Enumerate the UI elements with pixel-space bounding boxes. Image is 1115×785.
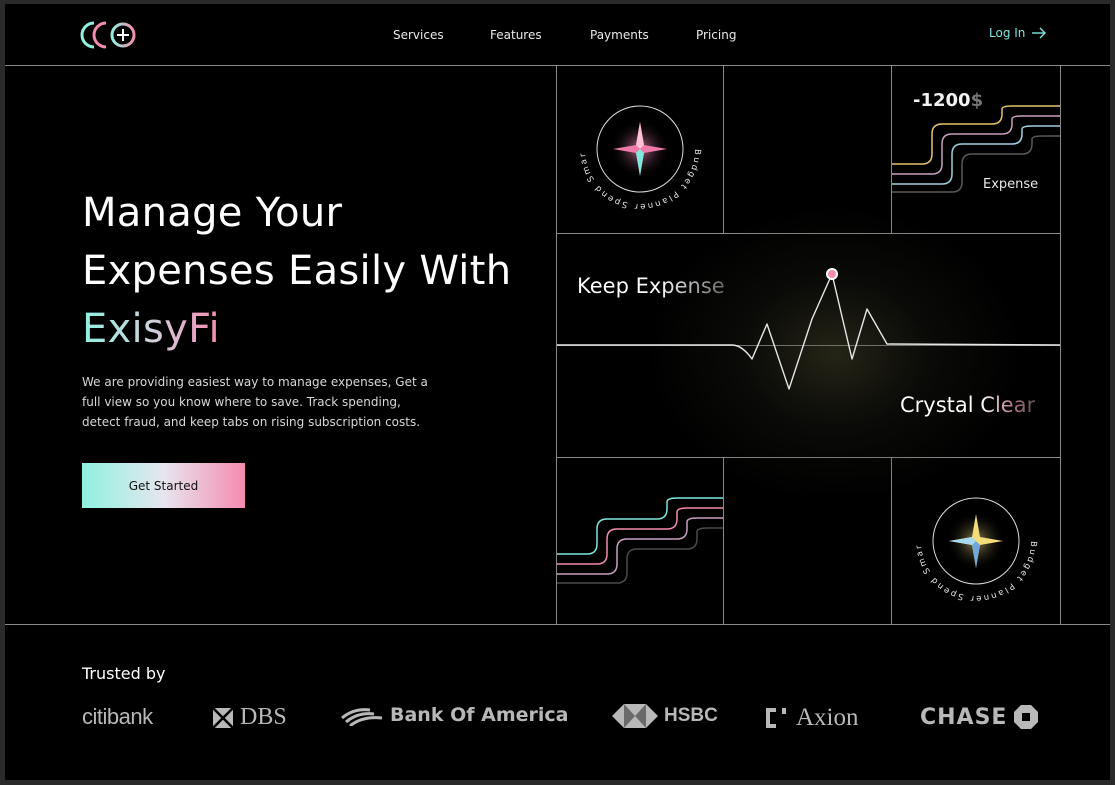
- dbs-logo: DBS: [212, 704, 287, 731]
- grid-line: [1060, 65, 1061, 624]
- hero-title-line1: Manage Your: [82, 190, 343, 236]
- grid-line: [556, 457, 1061, 458]
- hsbc-hexagon-icon: [612, 704, 658, 728]
- dbs-mark-icon: [212, 706, 234, 729]
- hero-description: We are providing easiest way to manage e…: [82, 375, 428, 429]
- boa-flag-icon: [341, 708, 383, 726]
- hsbc-logo: HSBC: [612, 704, 718, 728]
- header-divider: [5, 65, 1110, 66]
- citibank-logo: citibank: [82, 704, 153, 729]
- get-started-button[interactable]: Get Started: [82, 463, 245, 508]
- hero-title: Manage Your Expenses Easily With ExisyFi: [82, 184, 552, 358]
- login-link[interactable]: Log In: [989, 26, 1047, 40]
- bank-of-america-logo: Bank Of America: [340, 704, 568, 726]
- nav-features[interactable]: Features: [490, 28, 542, 42]
- axion-mark-icon: [766, 708, 786, 728]
- grid-line: [891, 457, 892, 624]
- main-nav: Services Features Payments Pricing: [5, 28, 1110, 48]
- hero-title-line2: Expenses Easily With: [82, 248, 512, 294]
- chase-logo: CHASE: [920, 704, 1039, 730]
- grid-line: [723, 457, 724, 624]
- chase-octagon-icon: [1014, 705, 1039, 729]
- crystal-clear-label: Crystal Clear: [900, 393, 1036, 417]
- flow-lines-graphic-bottom: [557, 497, 723, 584]
- landing-page: Services Features Payments Pricing Log I…: [5, 4, 1110, 780]
- arrow-right-icon: [1032, 27, 1047, 39]
- trusted-by-title: Trusted by: [82, 664, 166, 683]
- axion-logo: Axion: [764, 704, 859, 732]
- nav-services[interactable]: Services: [393, 28, 444, 42]
- expense-label: Expense: [983, 177, 1039, 192]
- budget-planner-badge-2: Budget Planner Spend Smart Save Mor: [911, 476, 1036, 603]
- grid-line: [723, 65, 724, 233]
- pulse-line-chart: [557, 268, 1060, 390]
- nav-payments[interactable]: Payments: [590, 28, 649, 42]
- brand-name: ExisyFi: [82, 306, 220, 352]
- pulse-marker: [826, 268, 838, 280]
- login-label: Log In: [989, 26, 1026, 40]
- grid-line: [556, 233, 1061, 234]
- nav-pricing[interactable]: Pricing: [696, 28, 736, 42]
- budget-planner-badge: Budget Planner Spend Smart Save Mor: [575, 84, 700, 211]
- hero-divider: [5, 624, 1110, 625]
